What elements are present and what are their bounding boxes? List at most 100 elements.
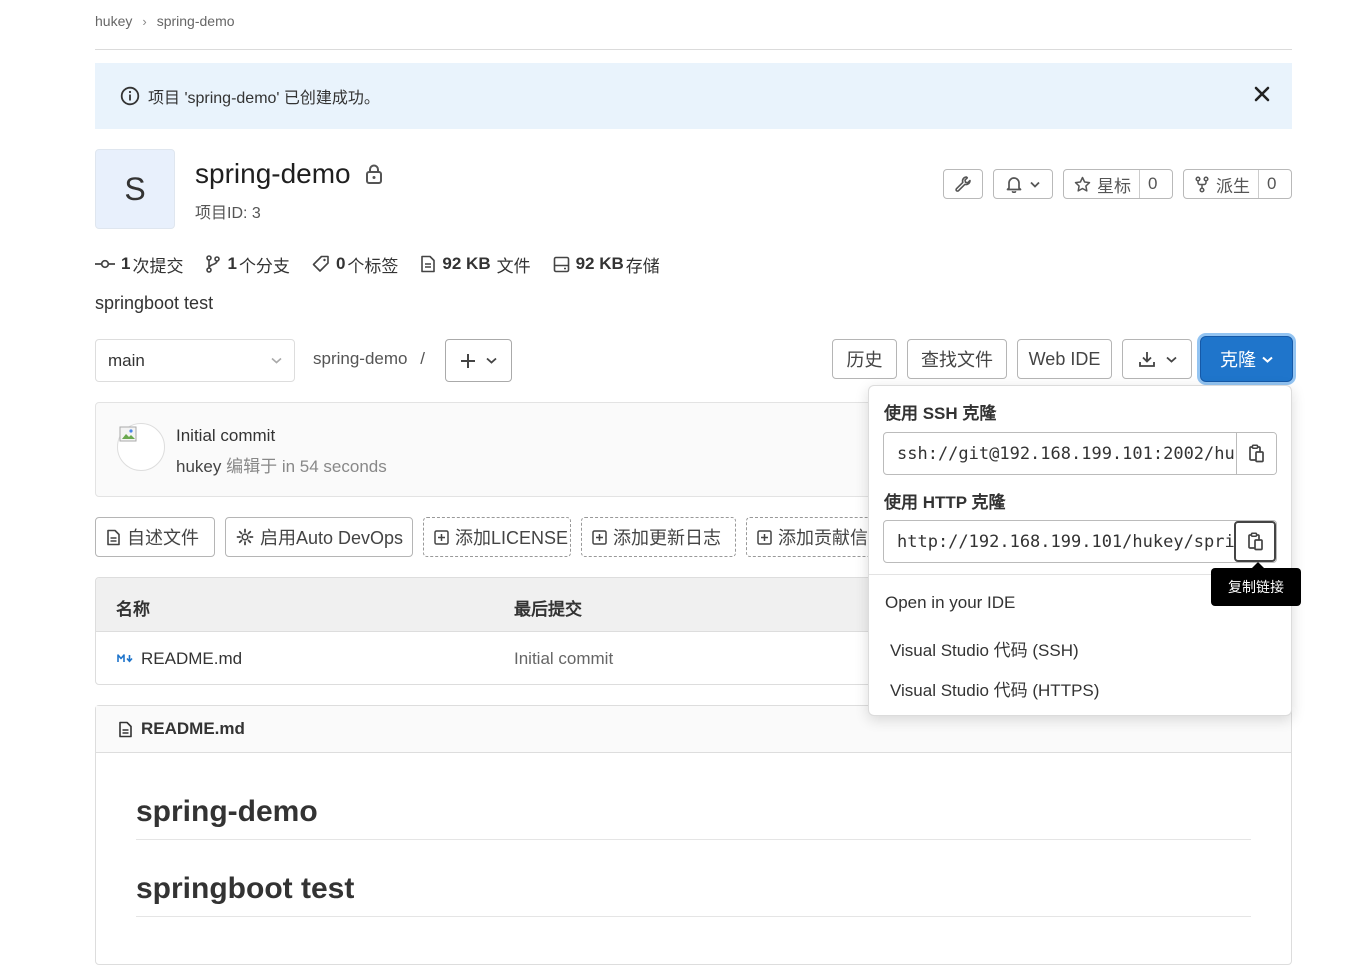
- star-button[interactable]: 星标 0: [1063, 169, 1173, 199]
- add-file-dropdown[interactable]: [445, 339, 512, 382]
- add-contributing-button[interactable]: 添加贡献信: [746, 517, 870, 557]
- chevron-down-icon: [1262, 356, 1273, 363]
- file-icon: [106, 529, 121, 546]
- commits-count: 1: [121, 254, 131, 273]
- page-title: spring-demo: [195, 158, 383, 190]
- settings-button[interactable]: [943, 169, 983, 199]
- open-vscode-ssh-item[interactable]: Visual Studio 代码 (SSH): [890, 636, 1079, 661]
- gear-icon: [236, 528, 254, 546]
- star-icon: [1074, 176, 1091, 193]
- plus-square-icon: [592, 529, 607, 545]
- fork-count[interactable]: 0: [1258, 170, 1284, 198]
- commit-meta: hukey 编辑于 in 54 seconds: [176, 452, 387, 477]
- ssh-url-field[interactable]: ssh://git@192.168.199.101:2002/hukey/spr…: [883, 432, 1277, 475]
- column-header-name: 名称: [116, 600, 150, 619]
- auto-devops-button[interactable]: 启用Auto DevOps: [225, 517, 413, 557]
- bell-icon: [1006, 175, 1022, 193]
- divider: [136, 839, 1251, 840]
- copy-link-tooltip: 复制链接: [1211, 562, 1301, 606]
- storage-label: 存储: [625, 256, 660, 276]
- breadcrumb-group-link[interactable]: hukey: [95, 13, 132, 29]
- tag-icon: [312, 255, 330, 273]
- branch-icon: [205, 255, 221, 273]
- project-name: spring-demo: [195, 158, 351, 189]
- project-id: 项目ID: 3: [195, 205, 261, 222]
- clipboard-icon: [1248, 444, 1265, 463]
- add-changelog-button[interactable]: 添加更新日志: [581, 517, 736, 557]
- files-size: 92 KB: [442, 254, 491, 273]
- clone-button[interactable]: 克隆: [1200, 336, 1293, 382]
- repo-path-link[interactable]: spring-demo: [313, 349, 408, 368]
- history-button[interactable]: 历史: [832, 339, 897, 379]
- readme-panel: README.md spring-demo springboot test: [95, 705, 1292, 965]
- auto-devops-label: 启用Auto DevOps: [260, 528, 404, 548]
- chevron-down-icon: [1030, 181, 1040, 188]
- storage-stat[interactable]: 92 KB 存储: [553, 252, 660, 277]
- copy-http-button[interactable]: [1234, 521, 1276, 562]
- readme-button-label: 自述文件: [127, 528, 199, 548]
- fork-icon: [1194, 175, 1210, 193]
- success-alert: 项目 'spring-demo' 已创建成功。: [95, 63, 1292, 129]
- commits-stat[interactable]: 1 次提交: [95, 252, 183, 277]
- divider: [95, 49, 1292, 50]
- repo-path: spring-demo /: [313, 349, 425, 369]
- branch-selector[interactable]: main: [95, 339, 295, 382]
- branches-label: 个分支: [238, 256, 290, 276]
- web-ide-button[interactable]: Web IDE: [1017, 339, 1112, 379]
- path-separator: /: [420, 349, 425, 368]
- breadcrumb-project-link[interactable]: spring-demo: [157, 13, 235, 29]
- file-icon: [420, 255, 436, 273]
- notification-dropdown[interactable]: [993, 169, 1053, 199]
- file-last-commit[interactable]: Initial commit: [514, 649, 613, 669]
- commit-author[interactable]: hukey: [176, 457, 221, 476]
- markdown-icon: [117, 653, 135, 664]
- project-avatar: S: [95, 149, 175, 229]
- http-url-field[interactable]: http://192.168.199.101/hukey/spring-demo…: [883, 520, 1277, 563]
- avatar[interactable]: [117, 423, 165, 471]
- tags-label: 个标签: [347, 256, 399, 276]
- http-url-input[interactable]: http://192.168.199.101/hukey/spring-demo…: [884, 521, 1234, 562]
- find-file-button[interactable]: 查找文件: [907, 339, 1007, 379]
- chevron-down-icon: [1165, 356, 1177, 363]
- download-dropdown[interactable]: [1122, 339, 1192, 379]
- clone-label: 克隆: [1220, 350, 1256, 370]
- readme-filename[interactable]: README.md: [141, 719, 245, 739]
- info-icon: [120, 86, 140, 106]
- alert-message: 项目 'spring-demo' 已创建成功。: [148, 90, 380, 107]
- star-count[interactable]: 0: [1139, 170, 1165, 198]
- plus-square-icon: [757, 529, 772, 545]
- branches-count: 1: [227, 254, 237, 273]
- add-license-label: 添加LICENSE: [455, 528, 569, 548]
- branches-stat[interactable]: 1 个分支: [205, 252, 290, 277]
- download-icon: [1138, 350, 1156, 368]
- fork-button[interactable]: 派生 0: [1183, 169, 1292, 199]
- ssh-url-input[interactable]: ssh://git@192.168.199.101:2002/hukey/spr…: [884, 433, 1236, 474]
- lock-icon: [365, 163, 383, 185]
- tags-count: 0: [335, 254, 346, 273]
- star-label: 星标: [1097, 176, 1131, 196]
- files-label: 文件: [496, 256, 531, 276]
- clipboard-icon: [1247, 532, 1264, 551]
- add-changelog-label: 添加更新日志: [613, 528, 721, 548]
- file-name-link[interactable]: README.md: [141, 649, 242, 669]
- ssh-clone-label: 使用 SSH 克隆: [884, 404, 997, 423]
- files-stat[interactable]: 92 KB 文件: [420, 252, 531, 277]
- readme-heading: springboot test: [136, 872, 355, 905]
- fork-label: 派生: [1216, 176, 1250, 196]
- storage-icon: [553, 256, 570, 273]
- open-vscode-https-item[interactable]: Visual Studio 代码 (HTTPS): [890, 676, 1099, 701]
- commit-title[interactable]: Initial commit: [176, 426, 275, 446]
- branch-name: main: [108, 350, 145, 370]
- commit-time: 编辑于 in 54 seconds: [226, 457, 387, 476]
- tags-stat[interactable]: 0 个标签: [312, 252, 398, 277]
- wrench-icon: [954, 175, 972, 193]
- column-header-last-commit: 最后提交: [514, 600, 582, 619]
- close-icon[interactable]: [1254, 86, 1270, 102]
- copy-ssh-button[interactable]: [1236, 433, 1276, 474]
- add-license-button[interactable]: 添加LICENSE: [423, 517, 571, 557]
- plus-icon: [460, 353, 476, 369]
- readme-button[interactable]: 自述文件: [95, 517, 215, 557]
- clone-dropdown-menu: 使用 SSH 克隆 ssh://git@192.168.199.101:2002…: [868, 385, 1292, 716]
- storage-size: 92 KB: [575, 254, 624, 273]
- breadcrumb: hukey › spring-demo: [95, 10, 235, 32]
